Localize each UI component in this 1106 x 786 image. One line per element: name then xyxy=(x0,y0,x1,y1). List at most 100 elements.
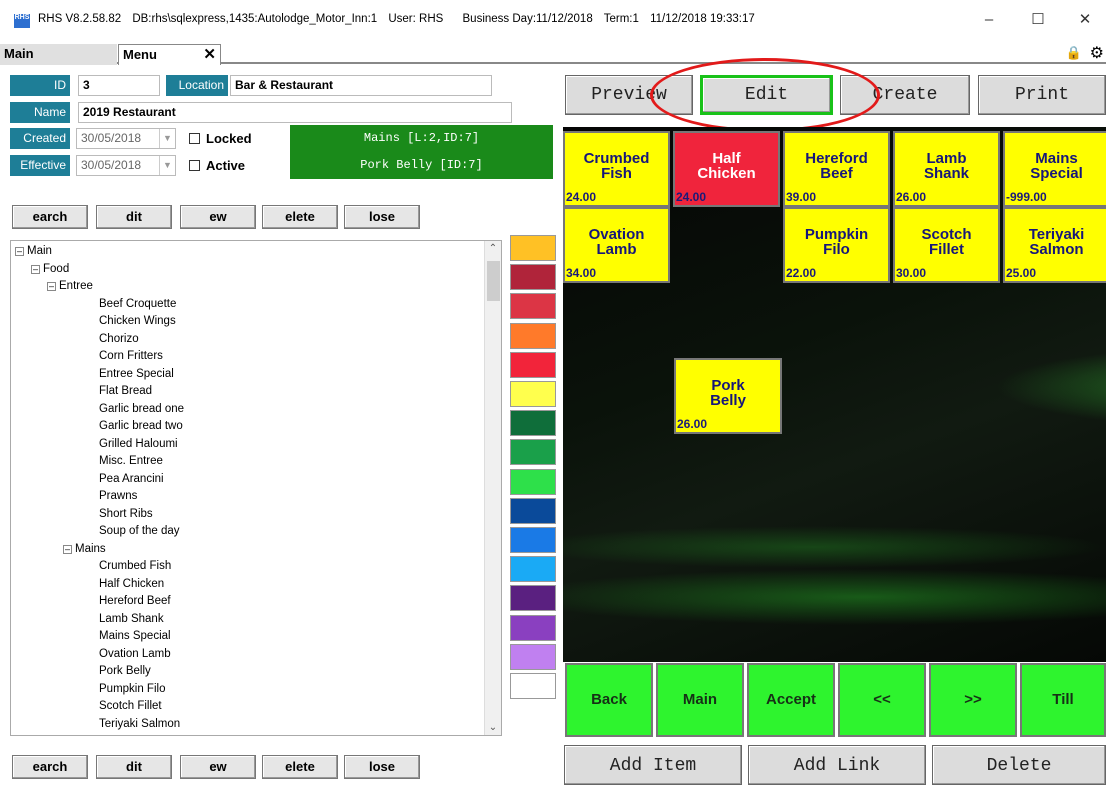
location-field[interactable]: Bar & Restaurant xyxy=(230,75,492,96)
tree-leaf-item[interactable]: Pork Belly xyxy=(99,663,501,681)
color-swatch[interactable] xyxy=(510,614,556,641)
tree-leaf-item[interactable]: Pumpkin Filo xyxy=(99,681,501,699)
tile-lamb-shank[interactable]: Lamb Shank 26.00 xyxy=(893,131,1000,207)
lock-icon[interactable]: 🔒 xyxy=(1066,45,1082,61)
tile-teriyaki-salmon[interactable]: Teriyaki Salmon 25.00 xyxy=(1003,207,1106,283)
tree-leaf-item[interactable]: Chicken Wings xyxy=(99,313,501,331)
collapse-icon[interactable]: – xyxy=(15,247,24,256)
tree-leaf-item[interactable]: Scotch Fillet xyxy=(99,698,501,716)
checkbox-box[interactable] xyxy=(189,160,200,171)
close-button-bottom[interactable]: lose xyxy=(344,755,420,779)
previous-page-button[interactable]: << xyxy=(838,663,926,737)
tree-leaf-item[interactable]: Corn Fritters xyxy=(99,348,501,366)
tree-leaf-item[interactable]: Short Ribs xyxy=(99,506,501,524)
tree-scrollbar[interactable]: ⌃ ⌄ xyxy=(484,241,501,735)
scroll-thumb[interactable] xyxy=(487,261,500,301)
effective-date-field[interactable]: 30/05/2018 ▼ xyxy=(76,155,176,176)
color-swatch[interactable] xyxy=(510,643,556,670)
print-button[interactable]: Print xyxy=(978,75,1106,115)
accept-button[interactable]: Accept xyxy=(747,663,835,737)
tree-leaf-item[interactable]: Garlic bread two xyxy=(99,418,501,436)
tree-leaf-item[interactable]: Ovation Lamb xyxy=(99,646,501,664)
active-checkbox[interactable]: Active xyxy=(189,158,245,173)
create-button[interactable]: Create xyxy=(840,75,970,115)
till-button[interactable]: Till xyxy=(1020,663,1106,737)
tile-hereford-beef[interactable]: Hereford Beef 39.00 xyxy=(783,131,890,207)
tile-ovation-lamb[interactable]: Ovation Lamb 34.00 xyxy=(563,207,670,283)
created-date-field[interactable]: 30/05/2018 ▼ xyxy=(76,128,176,149)
tree-leaf-item[interactable]: Misc. Entree xyxy=(99,453,501,471)
edit-mode-button[interactable]: Edit xyxy=(700,75,833,115)
color-swatch[interactable] xyxy=(510,381,556,407)
chevron-down-icon[interactable]: ▼ xyxy=(159,156,175,175)
menu-tree[interactable]: – Main – Food – Entree Beef Croquette Chicke… xyxy=(10,240,502,736)
search-button[interactable]: earch xyxy=(12,205,88,229)
tree-leaf-item[interactable]: Lamb Shank xyxy=(99,611,501,629)
tab-close-icon[interactable]: ✕ xyxy=(203,45,216,64)
close-icon[interactable]: ✕ xyxy=(1070,10,1100,30)
tree-leaf-item[interactable]: Beef Croquette xyxy=(99,296,501,314)
checkbox-box[interactable] xyxy=(189,133,200,144)
tree-leaf-item[interactable]: Half Chicken xyxy=(99,576,501,594)
tree-leaf-item[interactable]: Soup of the day xyxy=(99,523,501,541)
minimize-icon[interactable]: – xyxy=(974,10,1004,30)
gear-icon[interactable]: ⚙ xyxy=(1090,43,1104,63)
color-swatch[interactable] xyxy=(510,585,556,612)
scroll-up-icon[interactable]: ⌃ xyxy=(485,243,501,254)
delete-item-button[interactable]: Delete xyxy=(932,745,1106,785)
close-button[interactable]: lose xyxy=(344,205,420,229)
color-swatch[interactable] xyxy=(510,410,556,437)
id-field[interactable]: 3 xyxy=(78,75,160,96)
locked-checkbox[interactable]: Locked xyxy=(189,131,252,146)
tree-node-mains[interactable]: – Mains xyxy=(47,541,501,559)
edit-button[interactable]: dit xyxy=(96,205,172,229)
add-link-button[interactable]: Add Link xyxy=(748,745,926,785)
name-field[interactable]: 2019 Restaurant xyxy=(78,102,512,123)
tab-main[interactable]: Main xyxy=(0,44,117,65)
color-swatch[interactable] xyxy=(510,264,556,291)
color-swatch[interactable] xyxy=(510,673,556,699)
tile-scotch-fillet[interactable]: Scotch Fillet 30.00 xyxy=(893,207,1000,283)
tree-leaf-item[interactable]: Chorizo xyxy=(99,331,501,349)
color-swatch[interactable] xyxy=(510,556,556,583)
next-page-button[interactable]: >> xyxy=(929,663,1017,737)
collapse-icon[interactable]: – xyxy=(31,264,40,274)
tree-leaf-item[interactable]: Prawns xyxy=(99,488,501,506)
main-button[interactable]: Main xyxy=(656,663,744,737)
chevron-down-icon[interactable]: ▼ xyxy=(159,129,175,148)
new-button-bottom[interactable]: ew xyxy=(180,755,256,779)
tree-leaf-item[interactable]: Mains Special xyxy=(99,628,501,646)
color-swatch[interactable] xyxy=(510,468,556,495)
tree-leaf-item[interactable]: Garlic bread one xyxy=(99,401,501,419)
tile-pork-belly[interactable]: Pork Belly 26.00 xyxy=(674,358,782,434)
color-swatch[interactable] xyxy=(510,439,556,466)
tile-crumbed-fish[interactable]: Crumbed Fish 24.00 xyxy=(563,131,670,207)
color-swatch[interactable] xyxy=(510,235,556,261)
maximize-icon[interactable]: ☐ xyxy=(1023,10,1053,30)
new-button[interactable]: ew xyxy=(180,205,256,229)
color-swatch[interactable] xyxy=(510,351,556,378)
delete-button-bottom[interactable]: elete xyxy=(262,755,338,779)
tree-node-food[interactable]: – Food xyxy=(15,261,501,279)
tree-leaf-item[interactable]: Crumbed Fish xyxy=(99,558,501,576)
scroll-down-icon[interactable]: ⌄ xyxy=(485,722,501,733)
tree-leaf-item[interactable]: Grilled Haloumi xyxy=(99,436,501,454)
tile-half-chicken[interactable]: Half Chicken 24.00 xyxy=(673,131,780,207)
tree-leaf-item[interactable]: Pea Arancini xyxy=(99,471,501,489)
color-swatch[interactable] xyxy=(510,527,556,553)
back-button[interactable]: Back xyxy=(565,663,653,737)
color-swatch[interactable] xyxy=(510,293,556,320)
tree-leaf-item[interactable]: Flat Bread xyxy=(99,383,501,401)
add-item-button[interactable]: Add Item xyxy=(564,745,742,785)
tree-node-entree[interactable]: – Entree xyxy=(15,278,501,296)
color-swatch[interactable] xyxy=(510,322,556,349)
tree-leaf-item[interactable]: Teriyaki Salmon xyxy=(99,716,501,734)
tree-leaf-item[interactable]: Entree Special xyxy=(99,366,501,384)
menu-layout-canvas[interactable]: Crumbed Fish 24.00 Half Chicken 24.00 Herefo… xyxy=(563,127,1106,662)
edit-button-bottom[interactable]: dit xyxy=(96,755,172,779)
delete-button[interactable]: elete xyxy=(262,205,338,229)
tab-menu[interactable]: Menu ✕ xyxy=(118,44,221,65)
preview-button[interactable]: Preview xyxy=(565,75,693,115)
tile-pumpkin-filo[interactable]: Pumpkin Filo 22.00 xyxy=(783,207,890,283)
collapse-icon[interactable]: – xyxy=(63,544,72,554)
